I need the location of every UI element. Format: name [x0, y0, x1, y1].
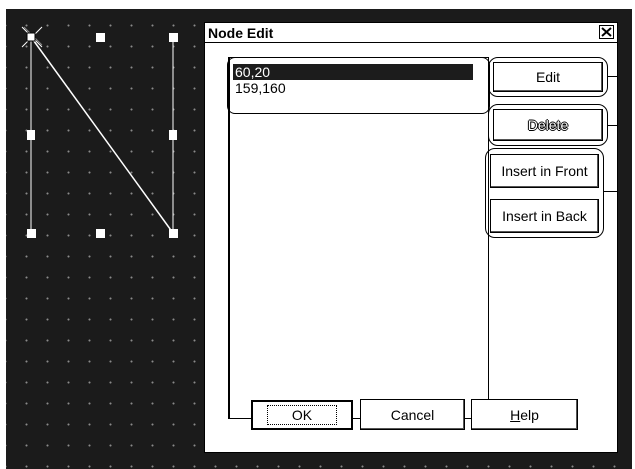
help-label: Help — [510, 406, 539, 423]
resize-handle-bottom-left[interactable] — [27, 229, 36, 238]
insert-in-front-button[interactable]: Insert in Front — [490, 154, 599, 188]
close-button[interactable] — [599, 25, 614, 39]
resize-handle-top[interactable] — [96, 33, 105, 42]
cancel-button[interactable]: Cancel — [360, 399, 465, 430]
delete-button[interactable]: Delete — [493, 109, 603, 141]
dialog-title: Node Edit — [208, 25, 274, 41]
edit-label: Edit — [535, 69, 561, 85]
polyline-segment[interactable] — [30, 36, 174, 234]
resize-handle-left[interactable] — [27, 130, 35, 140]
resize-handle-top-right[interactable] — [169, 33, 178, 42]
end-node-handle[interactable] — [169, 229, 178, 238]
ok-button[interactable]: OK — [251, 400, 353, 430]
insert-leader-line — [604, 191, 617, 192]
cancel-label: Cancel — [390, 406, 435, 423]
help-button[interactable]: Help — [471, 399, 578, 430]
node-cross-icon[interactable] — [21, 26, 43, 48]
insert-front-label: Insert in Front — [501, 163, 588, 179]
list-item[interactable]: 159,160 — [233, 80, 473, 96]
resize-handle-right[interactable] — [169, 130, 177, 140]
dialog-titlebar[interactable]: Node Edit — [205, 23, 617, 43]
list-item-selected[interactable]: 60,20 — [233, 64, 473, 80]
delete-leader-line — [608, 125, 617, 126]
insert-in-back-button[interactable]: Insert in Back — [490, 199, 599, 233]
delete-label: Delete — [527, 117, 569, 133]
close-icon — [601, 27, 612, 37]
resize-handle-bottom[interactable] — [96, 229, 105, 238]
edit-button[interactable]: Edit — [493, 62, 603, 92]
edit-leader-line — [608, 76, 617, 77]
node-edit-dialog: Node Edit 60,20 159,160 Edit Delete Inse… — [204, 22, 618, 453]
ok-label: OK — [266, 405, 338, 425]
insert-back-label: Insert in Back — [502, 208, 587, 224]
node-list[interactable]: 60,20 159,160 — [228, 57, 489, 419]
